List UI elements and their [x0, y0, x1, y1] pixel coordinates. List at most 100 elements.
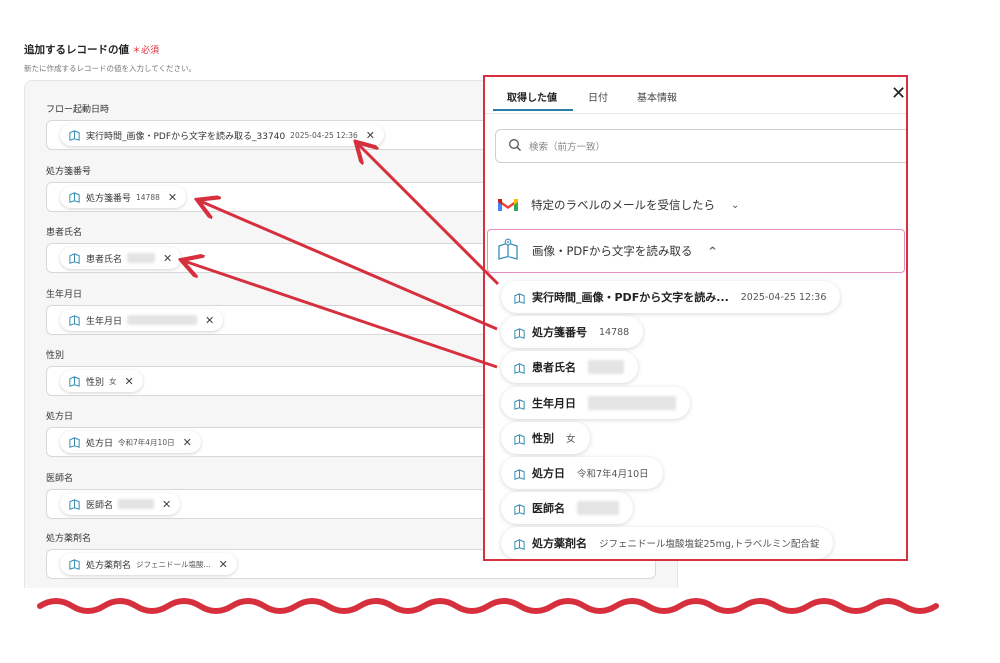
book-icon: [68, 498, 81, 511]
remove-token-icon[interactable]: ✕: [219, 559, 228, 570]
token-value: 令和7年4月10日: [118, 437, 175, 447]
token-value: ジフェニドール塩酸...: [136, 559, 211, 569]
group-gmail-trigger[interactable]: 特定のラベルのメールを受信したら ⌄: [489, 183, 905, 227]
blurred-value: [127, 315, 198, 325]
book-icon: [68, 375, 81, 388]
field-label-patient-name: 患者氏名: [46, 228, 83, 238]
search-input[interactable]: 検索（前方一致）: [495, 129, 906, 163]
book-icon: [513, 537, 526, 550]
item-label: 実行時間_画像・PDFから文字を読み...: [532, 291, 729, 304]
token-label: 患者氏名: [86, 254, 123, 265]
value-picker-popup: 取得した値 日付 基本情報 ✕ 検索（前方一致） 特定のラベルのメールを受信した…: [483, 75, 908, 561]
chevron-up-icon: ^: [708, 245, 717, 257]
value-item-drug-name[interactable]: 処方薬剤名 ジフェニドール塩酸塩錠25mg,トラベルミン配合錠: [501, 527, 834, 559]
book-icon: [513, 361, 526, 374]
book-icon: [68, 252, 81, 265]
token-prescription-number[interactable]: 処方箋番号 14788 ✕: [60, 186, 187, 208]
value-item-doctor-name[interactable]: 医師名: [501, 492, 633, 524]
chevron-down-icon: ⌄: [731, 199, 740, 211]
section-title-text: 追加するレコードの値: [24, 44, 129, 56]
field-label-birthdate: 生年月日: [46, 290, 83, 300]
gmail-icon: [497, 196, 519, 215]
book-icon: [513, 326, 526, 339]
field-label-flow-start: フロー起動日時: [46, 105, 110, 115]
value-item-exec-time[interactable]: 実行時間_画像・PDFから文字を読み... 2025-04-25 12:36: [501, 281, 841, 313]
token-drug-name[interactable]: 処方薬剤名 ジフェニドール塩酸... ✕: [60, 553, 237, 575]
item-value: 令和7年4月10日: [577, 469, 649, 480]
tab-basic-info[interactable]: 基本情報: [637, 89, 677, 104]
blurred-value: [127, 253, 156, 263]
book-icon: [513, 467, 526, 480]
book-icon: [513, 502, 526, 515]
required-mark: ＊必須: [132, 46, 160, 56]
token-label: 処方日: [86, 438, 114, 449]
book-icon: [68, 129, 81, 142]
search-icon: [508, 138, 522, 155]
cut-area: [0, 588, 1000, 663]
field-label-doctor-name: 医師名: [46, 474, 74, 484]
remove-token-icon[interactable]: ✕: [183, 437, 192, 448]
field-label-drug-name: 処方薬剤名: [46, 534, 92, 544]
token-gender[interactable]: 性別 女 ✕: [60, 370, 143, 392]
book-icon: [68, 436, 81, 449]
item-label: 性別: [532, 432, 554, 445]
value-item-patient-name[interactable]: 患者氏名: [501, 351, 638, 383]
remove-token-icon[interactable]: ✕: [366, 130, 375, 141]
token-flow-start[interactable]: 実行時間_画像・PDFから文字を読み取る_33740 2025-04-25 12…: [60, 124, 384, 146]
book-icon: [513, 397, 526, 410]
token-label: 生年月日: [86, 316, 123, 327]
close-icon[interactable]: ✕: [891, 83, 906, 104]
active-tab-indicator: [493, 109, 573, 111]
blurred-value: [588, 360, 624, 374]
blurred-value: [577, 501, 619, 515]
book-icon: [68, 191, 81, 204]
tab-divider: [485, 113, 906, 114]
token-value: 14788: [136, 192, 160, 202]
token-label: 処方箋番号: [86, 193, 132, 204]
tab-date[interactable]: 日付: [588, 89, 608, 104]
remove-token-icon[interactable]: ✕: [125, 376, 134, 387]
token-value: 2025-04-25 12:36: [290, 130, 358, 140]
section-title: 追加するレコードの値 ＊必須: [24, 42, 159, 57]
remove-token-icon[interactable]: ✕: [205, 315, 214, 326]
blurred-value: [118, 499, 155, 509]
search-placeholder: 検索（前方一致）: [529, 142, 606, 153]
value-item-gender[interactable]: 性別 女: [501, 422, 590, 454]
field-label-gender: 性別: [46, 351, 65, 361]
item-label: 生年月日: [532, 397, 576, 410]
blurred-value: [588, 396, 676, 410]
remove-token-icon[interactable]: ✕: [162, 499, 171, 510]
item-label: 医師名: [532, 502, 565, 515]
book-icon: [513, 432, 526, 445]
value-item-prescription-number[interactable]: 処方箋番号 14788: [501, 316, 644, 348]
value-item-prescription-date[interactable]: 処方日 令和7年4月10日: [501, 457, 663, 489]
group-label: 画像・PDFから文字を読み取る: [532, 244, 693, 258]
group-label: 特定のラベルのメールを受信したら: [531, 198, 715, 212]
book-icon: [68, 558, 81, 571]
token-value: 女: [109, 376, 117, 386]
ocr-book-icon: [496, 238, 520, 265]
book-icon: [68, 314, 81, 327]
remove-token-icon[interactable]: ✕: [163, 253, 172, 264]
item-label: 処方日: [532, 467, 565, 480]
token-patient-name[interactable]: 患者氏名 ✕: [60, 247, 182, 269]
section-description: 新たに作成するレコードの値を入力してください。: [24, 64, 197, 73]
item-value: 14788: [599, 326, 630, 338]
item-value: ジフェニドール塩酸塩錠25mg,トラベルミン配合錠: [599, 539, 820, 550]
tab-acquired-values[interactable]: 取得した値: [507, 89, 557, 104]
token-birthdate[interactable]: 生年月日 ✕: [60, 309, 224, 331]
item-value: 2025-04-25 12:36: [740, 291, 827, 303]
item-value: 女: [566, 434, 576, 445]
token-label: 実行時間_画像・PDFから文字を読み取る_33740: [86, 131, 286, 142]
token-doctor-name[interactable]: 医師名 ✕: [60, 493, 181, 515]
item-label: 処方薬剤名: [532, 537, 587, 550]
item-label: 処方箋番号: [532, 326, 587, 339]
group-ocr-action[interactable]: 画像・PDFから文字を読み取る ^: [487, 229, 905, 273]
remove-token-icon[interactable]: ✕: [168, 192, 177, 203]
book-icon: [513, 291, 526, 304]
field-label-prescription-number: 処方箋番号: [46, 167, 92, 177]
token-prescription-date[interactable]: 処方日 令和7年4月10日 ✕: [60, 431, 201, 453]
value-item-birthdate[interactable]: 生年月日: [501, 387, 690, 419]
token-label: 処方薬剤名: [86, 560, 132, 571]
field-label-prescription-date: 処方日: [46, 412, 74, 422]
